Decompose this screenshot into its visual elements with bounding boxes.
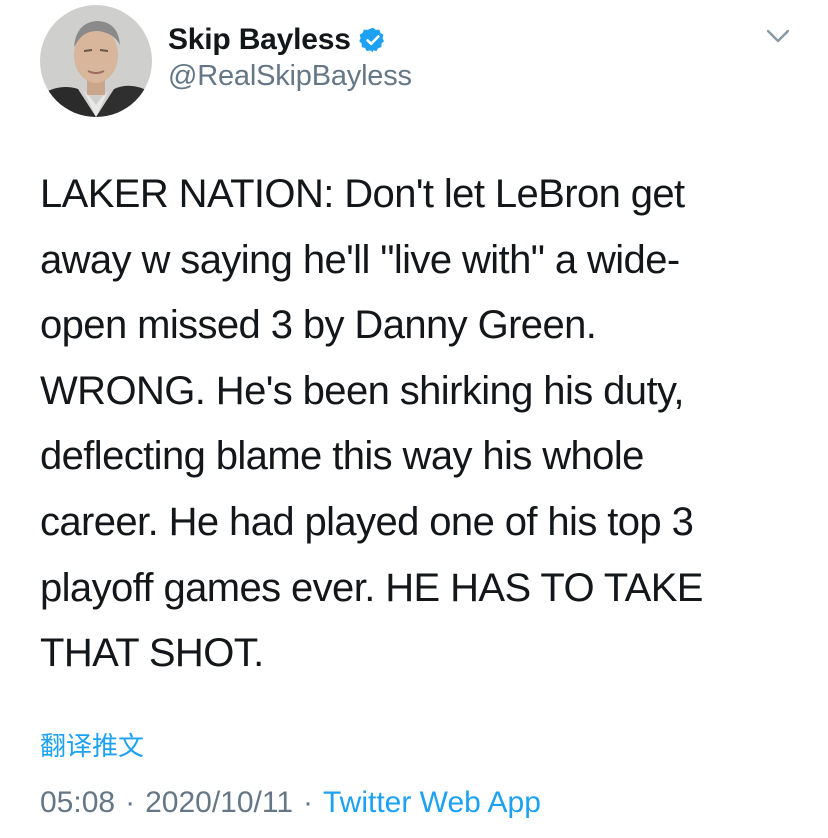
tweet-metadata: 05:08 · 2020/10/11 · Twitter Web App xyxy=(40,786,541,820)
tweet-detail: Skip Bayless @RealSkipBayless LAKER NATI… xyxy=(0,0,828,838)
tweet-text-line: WRONG. He's been shirking his duty, xyxy=(40,368,685,413)
tweet-text-line: deflecting blame this way his whole xyxy=(40,434,644,479)
tweet-time[interactable]: 05:08 xyxy=(40,786,115,819)
separator-dot: · xyxy=(125,786,136,819)
avatar-photo xyxy=(40,5,152,117)
translate-tweet-link[interactable]: 翻译推文 xyxy=(40,726,144,763)
tweet-text: LAKER NATION: Don't let LeBron get away … xyxy=(40,162,800,687)
author-handle[interactable]: @RealSkipBayless xyxy=(168,60,412,93)
chevron-down-icon[interactable] xyxy=(764,26,792,48)
tweet-text-line: career. He had played one of his top 3 xyxy=(40,499,694,544)
verified-badge-icon xyxy=(358,27,384,53)
tweet-date[interactable]: 2020/10/11 xyxy=(145,786,293,819)
tweet-text-line: THAT SHOT. xyxy=(40,631,264,676)
author-name[interactable]: Skip Bayless xyxy=(168,23,351,57)
tweet-text-line: open missed 3 by Danny Green. xyxy=(40,303,597,348)
tweet-text-line: away w saying he'll "live with" a wide- xyxy=(40,237,680,282)
tweet-source-link[interactable]: Twitter Web App xyxy=(323,786,541,819)
tweet-text-line: playoff games ever. HE HAS TO TAKE xyxy=(40,565,703,610)
avatar[interactable] xyxy=(40,5,152,117)
author-name-row[interactable]: Skip Bayless xyxy=(168,20,387,60)
separator-dot: · xyxy=(303,786,313,819)
tweet-text-line: LAKER NATION: Don't let LeBron get xyxy=(40,172,685,216)
